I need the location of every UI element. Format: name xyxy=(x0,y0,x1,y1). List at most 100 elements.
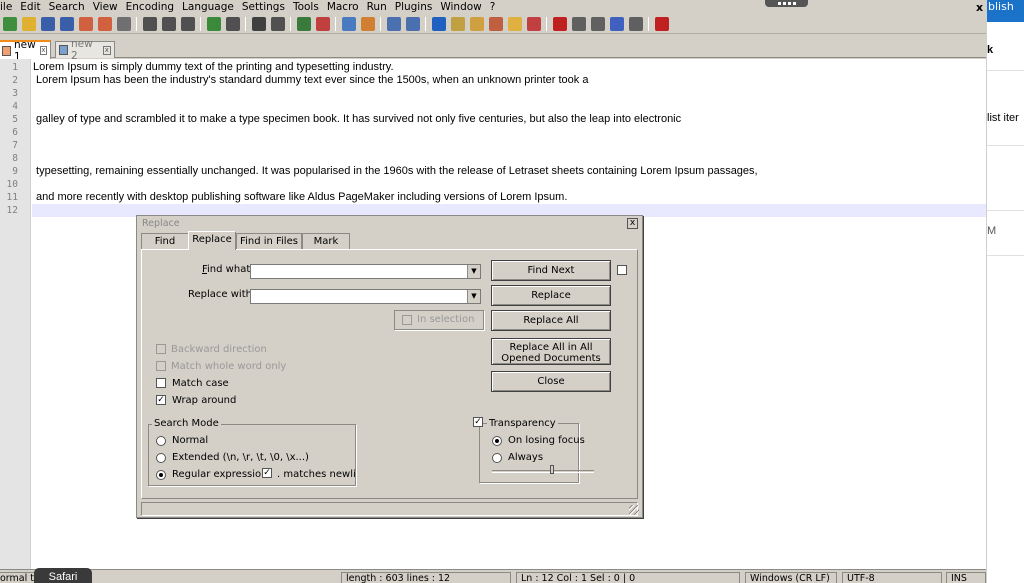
replace-icon[interactable] xyxy=(270,16,285,31)
tab-find[interactable]: Find xyxy=(141,233,189,250)
code-line[interactable]: Lorem Ipsum has been the industry's stan… xyxy=(33,74,588,87)
find-icon[interactable] xyxy=(251,16,266,31)
code-line[interactable]: Lorem Ipsum is simply dummy text of the … xyxy=(33,61,394,74)
publish-button[interactable]: blish xyxy=(987,0,1024,22)
find-next-button[interactable]: Find Next xyxy=(491,260,611,281)
divider xyxy=(987,145,1024,146)
menu-window[interactable]: Window xyxy=(436,1,485,13)
zoom-in-icon[interactable] xyxy=(296,16,311,31)
regex-radio[interactable] xyxy=(156,470,166,480)
find-what-input[interactable] xyxy=(251,266,465,279)
paste-icon[interactable] xyxy=(180,16,195,31)
menu-ile[interactable]: ile xyxy=(0,1,16,13)
replace-button[interactable]: Replace xyxy=(491,285,611,306)
always-radio[interactable] xyxy=(492,453,502,463)
dropdown-arrow-icon[interactable]: ▼ xyxy=(467,290,480,303)
record-macro-icon[interactable] xyxy=(552,16,567,31)
redo-icon[interactable] xyxy=(225,16,240,31)
menu-encoding[interactable]: Encoding xyxy=(122,1,178,13)
menu-tools[interactable]: Tools xyxy=(289,1,323,13)
code-line[interactable]: typesetting, remaining essentially uncha… xyxy=(33,165,758,178)
resize-grip-icon[interactable] xyxy=(629,505,639,515)
transparency-slider-track[interactable] xyxy=(492,470,594,473)
menu-edit[interactable]: Edit xyxy=(16,1,44,13)
replace-with-input[interactable] xyxy=(251,291,465,304)
dialog-status-bar xyxy=(141,502,638,516)
regex-label[interactable]: Regular expression xyxy=(172,469,267,480)
wrap-around-label[interactable]: Wrap around xyxy=(172,395,236,406)
udl-icon[interactable] xyxy=(450,16,465,31)
tab-replace[interactable]: Replace xyxy=(188,231,236,250)
menu-view[interactable]: View xyxy=(89,1,122,13)
tab-find-in-files[interactable]: Find in Files xyxy=(236,233,302,250)
close-document-button[interactable]: x xyxy=(976,1,983,14)
stop-record-icon[interactable] xyxy=(571,16,586,31)
list-item-label[interactable]: list iter xyxy=(987,112,1019,124)
on-losing-focus-label[interactable]: On losing focus xyxy=(508,435,585,446)
menu-run[interactable]: Run xyxy=(363,1,391,13)
extended-label[interactable]: Extended (\n, \r, \t, \0, \x...) xyxy=(172,452,309,463)
folder-workspace-icon[interactable] xyxy=(507,16,522,31)
save-icon[interactable] xyxy=(40,16,55,31)
close-all-icon[interactable] xyxy=(97,16,112,31)
toolbar xyxy=(0,14,986,34)
word-wrap-icon[interactable] xyxy=(386,16,401,31)
match-case-label[interactable]: Match case xyxy=(172,378,229,389)
sync-horizontal-icon[interactable] xyxy=(360,16,375,31)
match-whole-word-checkbox xyxy=(156,361,166,371)
close-tab-icon[interactable]: x xyxy=(102,45,111,55)
menu-macro[interactable]: Macro xyxy=(323,1,363,13)
cut-icon[interactable] xyxy=(142,16,157,31)
replace-with-combo[interactable]: ▼ xyxy=(250,289,481,304)
menu-language[interactable]: Language xyxy=(178,1,238,13)
copy-icon[interactable] xyxy=(161,16,176,31)
transparency-checkbox[interactable]: ✓ xyxy=(473,417,483,427)
menu-search[interactable]: Search xyxy=(45,1,89,13)
run-macro-multiple-icon[interactable] xyxy=(609,16,624,31)
code-line[interactable]: galley of type and scrambled it to make … xyxy=(33,113,681,126)
always-label[interactable]: Always xyxy=(508,452,543,463)
extended-radio[interactable] xyxy=(156,453,166,463)
new-file-icon[interactable] xyxy=(2,16,17,31)
doc-map-icon[interactable] xyxy=(469,16,484,31)
menu-plugins[interactable]: Plugins xyxy=(391,1,437,13)
menu-settings[interactable]: Settings xyxy=(238,1,289,13)
close-icon[interactable] xyxy=(78,16,93,31)
toolbar-separator xyxy=(425,16,426,31)
tab-mark[interactable]: Mark xyxy=(302,233,350,250)
save-macro-icon[interactable] xyxy=(628,16,643,31)
zoom-out-icon[interactable] xyxy=(315,16,330,31)
print-icon[interactable] xyxy=(116,16,131,31)
normal-label[interactable]: Normal xyxy=(172,435,208,446)
dropdown-arrow-icon[interactable]: ▼ xyxy=(467,265,480,278)
spell-check-icon[interactable] xyxy=(654,16,669,31)
indent-guide-icon[interactable] xyxy=(431,16,446,31)
find-what-combo[interactable]: ▼ xyxy=(250,264,481,279)
monitoring-icon[interactable] xyxy=(526,16,541,31)
sync-vertical-icon[interactable] xyxy=(341,16,356,31)
function-list-icon[interactable] xyxy=(488,16,503,31)
undo-icon[interactable] xyxy=(206,16,221,31)
matches-newline-checkbox[interactable]: ✓ xyxy=(262,468,272,478)
save-all-icon[interactable] xyxy=(59,16,74,31)
replace-all-button[interactable]: Replace All xyxy=(491,310,611,331)
window-handle[interactable] xyxy=(765,0,808,7)
replace-all-opened-docs-button[interactable]: Replace All in All Opened Documents xyxy=(491,338,611,365)
dialog-close-button[interactable]: x xyxy=(627,218,638,229)
transparency-slider-thumb[interactable] xyxy=(550,465,554,474)
close-tab-icon[interactable]: x xyxy=(39,46,47,55)
find-next-extra-checkbox[interactable] xyxy=(617,265,627,275)
wrap-around-checkbox[interactable]: ✓ xyxy=(156,395,166,405)
code-line[interactable]: and more recently with desktop publishin… xyxy=(33,191,567,204)
file-tab-new-2[interactable]: new 2 x xyxy=(55,38,115,62)
menu-[interactable]: ? xyxy=(486,1,500,13)
matches-newline-label[interactable]: . matches newli xyxy=(277,469,356,480)
match-case-checkbox[interactable] xyxy=(156,378,166,388)
normal-radio[interactable] xyxy=(156,436,166,446)
all-chars-icon[interactable] xyxy=(405,16,420,31)
open-file-icon[interactable] xyxy=(21,16,36,31)
file-tab-new-1[interactable]: new 1 x xyxy=(0,39,51,63)
close-button[interactable]: Close xyxy=(491,371,611,392)
on-losing-focus-radio[interactable] xyxy=(492,436,502,446)
play-macro-icon[interactable] xyxy=(590,16,605,31)
